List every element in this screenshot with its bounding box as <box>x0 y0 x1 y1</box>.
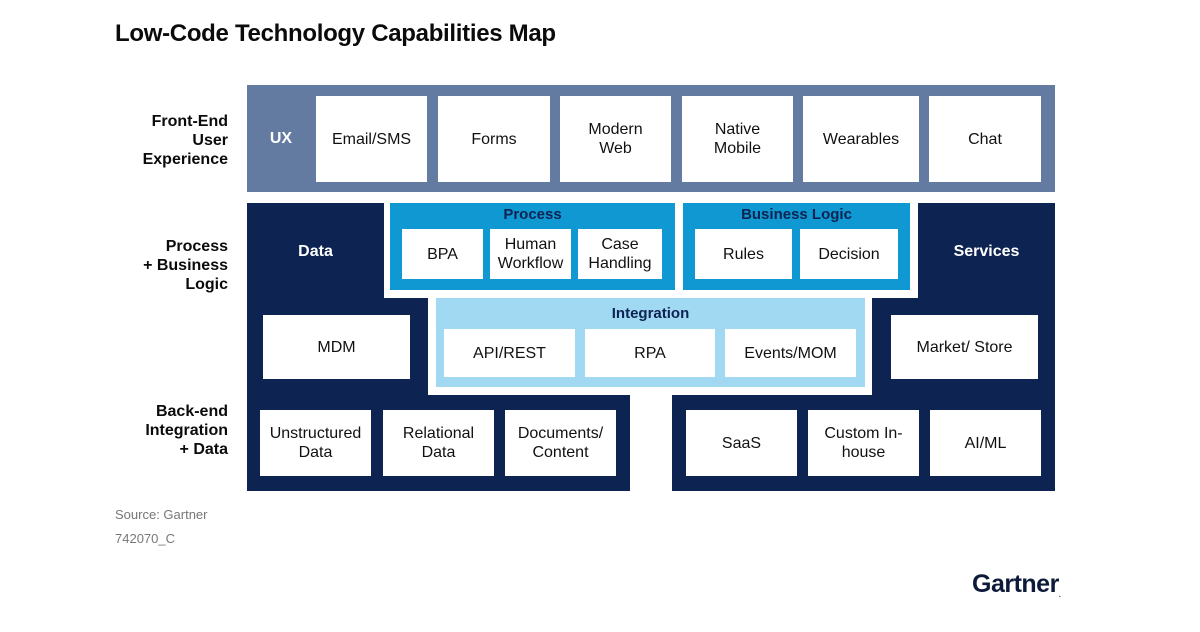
process-item-human-workflow: Human Workflow <box>490 229 571 279</box>
services-label: Services <box>953 243 1020 260</box>
ux-item-wearables: Wearables <box>803 96 919 182</box>
gartner-logo: Gartner. <box>972 570 1061 599</box>
integration-item-rpa: RPA <box>585 329 715 377</box>
row-label-back-end: Back-end Integration + Data <box>145 403 228 458</box>
integration-label: Integration <box>611 305 690 322</box>
process-item-bpa: BPA <box>402 229 483 279</box>
source-note: Source: Gartner <box>115 507 208 522</box>
services-item-saas: SaaS <box>686 410 797 476</box>
business-logic-label: Business Logic <box>741 206 852 223</box>
business-logic-item-rules: Rules <box>695 229 792 279</box>
process-item-case-handling: Case Handling <box>578 229 662 279</box>
ux-item-chat: Chat <box>929 96 1041 182</box>
data-item-unstructured: Unstructured Data <box>260 410 371 476</box>
gartner-logo-text: Gartner <box>972 570 1059 598</box>
ux-item-modern-web: Modern Web <box>560 96 671 182</box>
row-label-front-end: Front-End User Experience <box>142 113 228 168</box>
ux-item-forms: Forms <box>438 96 550 182</box>
ux-item-native-mobile: Native Mobile <box>682 96 793 182</box>
ux-label: UX <box>269 130 293 147</box>
ux-item-email-sms: Email/SMS <box>316 96 427 182</box>
diagram-title: Low-Code Technology Capabilities Map <box>115 20 556 47</box>
data-item-mdm: MDM <box>263 315 410 379</box>
figure-code: 742070_C <box>115 531 175 546</box>
data-item-relational: Relational Data <box>383 410 494 476</box>
services-item-market-store: Market/ Store <box>891 315 1038 379</box>
integration-item-events-mom: Events/MOM <box>725 329 856 377</box>
process-label: Process <box>503 206 562 223</box>
row-label-process: Process + Business Logic <box>143 238 228 293</box>
services-item-ai-ml: AI/ML <box>930 410 1041 476</box>
integration-item-api-rest: API/REST <box>444 329 575 377</box>
gartner-logo-mark: . <box>1058 592 1061 599</box>
data-item-documents: Documents/ Content <box>505 410 616 476</box>
data-label: Data <box>298 243 333 260</box>
services-item-custom-inhouse: Custom In- house <box>808 410 919 476</box>
business-logic-item-decision: Decision <box>800 229 898 279</box>
